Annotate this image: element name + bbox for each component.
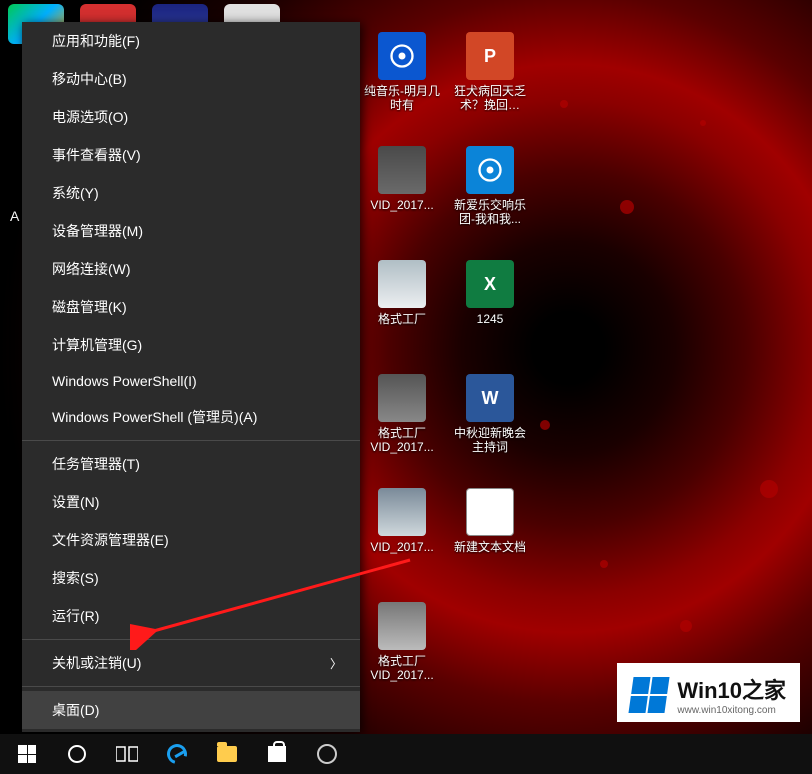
- app-icon: [316, 743, 338, 765]
- windows-logo-icon: [629, 677, 670, 713]
- desktop-icon[interactable]: 格式工厂: [364, 260, 440, 326]
- cortana-button[interactable]: [54, 734, 100, 774]
- desktop-icon[interactable]: X 1245: [452, 260, 528, 326]
- menu-item-event-viewer[interactable]: 事件查看器(V): [22, 136, 360, 174]
- menu-item-desktop[interactable]: 桌面(D): [22, 691, 360, 729]
- menu-item-apps-features[interactable]: 应用和功能(F): [22, 22, 360, 60]
- menu-item-task-manager[interactable]: 任务管理器(T): [22, 445, 360, 483]
- taskbar-file-explorer[interactable]: [204, 734, 250, 774]
- watermark-url: www.win10xitong.com: [677, 705, 786, 716]
- menu-item-powershell[interactable]: Windows PowerShell(I): [22, 364, 360, 398]
- menu-item-shutdown-signout[interactable]: 关机或注销(U) 〉: [22, 644, 360, 682]
- menu-item-network-connections[interactable]: 网络连接(W): [22, 250, 360, 288]
- desktop-icon[interactable]: 格式工厂 VID_2017...: [364, 374, 440, 454]
- task-view-icon: [116, 745, 138, 763]
- desktop-icon[interactable]: 纯音乐-明月几时有: [364, 32, 440, 112]
- menu-item-device-manager[interactable]: 设备管理器(M): [22, 212, 360, 250]
- taskbar: [0, 734, 812, 774]
- windows-logo-icon: [18, 745, 36, 763]
- watermark: Win10之家 www.win10xitong.com: [617, 663, 800, 722]
- cortana-icon: [68, 745, 86, 763]
- menu-item-settings[interactable]: 设置(N): [22, 483, 360, 521]
- folder-icon: [217, 746, 237, 762]
- edge-icon: [163, 740, 190, 767]
- winx-menu: 应用和功能(F) 移动中心(B) 电源选项(O) 事件查看器(V) 系统(Y) …: [22, 22, 360, 732]
- taskbar-edge[interactable]: [154, 734, 200, 774]
- desktop-icon[interactable]: 新爱乐交响乐团-我和我...: [452, 146, 528, 226]
- task-view-button[interactable]: [104, 734, 150, 774]
- menu-item-disk-management[interactable]: 磁盘管理(K): [22, 288, 360, 326]
- desktop-icon[interactable]: W 中秋迎新晚会主持词: [452, 374, 528, 454]
- menu-item-computer-management[interactable]: 计算机管理(G): [22, 326, 360, 364]
- menu-item-powershell-admin[interactable]: Windows PowerShell (管理员)(A): [22, 398, 360, 436]
- desktop-icon[interactable]: VID_2017...: [364, 488, 440, 554]
- desktop-icon[interactable]: 新建文本文档: [452, 488, 528, 554]
- partial-label: A: [10, 208, 19, 224]
- menu-item-search[interactable]: 搜索(S): [22, 559, 360, 597]
- menu-item-system[interactable]: 系统(Y): [22, 174, 360, 212]
- taskbar-store[interactable]: [254, 734, 300, 774]
- menu-item-run[interactable]: 运行(R): [22, 597, 360, 635]
- menu-separator: [22, 639, 360, 640]
- store-icon: [268, 746, 286, 762]
- menu-item-mobility-center[interactable]: 移动中心(B): [22, 60, 360, 98]
- start-button[interactable]: [4, 734, 50, 774]
- taskbar-app[interactable]: [304, 734, 350, 774]
- menu-item-power-options[interactable]: 电源选项(O): [22, 98, 360, 136]
- chevron-right-icon: 〉: [330, 655, 342, 672]
- watermark-title: Win10之家: [677, 673, 786, 705]
- menu-separator: [22, 440, 360, 441]
- desktop-icon[interactable]: P 狂犬病回天乏术？挽回…: [452, 32, 528, 112]
- desktop-icon[interactable]: 格式工厂 VID_2017...: [364, 602, 440, 682]
- menu-separator: [22, 686, 360, 687]
- menu-item-explorer[interactable]: 文件资源管理器(E): [22, 521, 360, 559]
- desktop-icon[interactable]: VID_2017...: [364, 146, 440, 212]
